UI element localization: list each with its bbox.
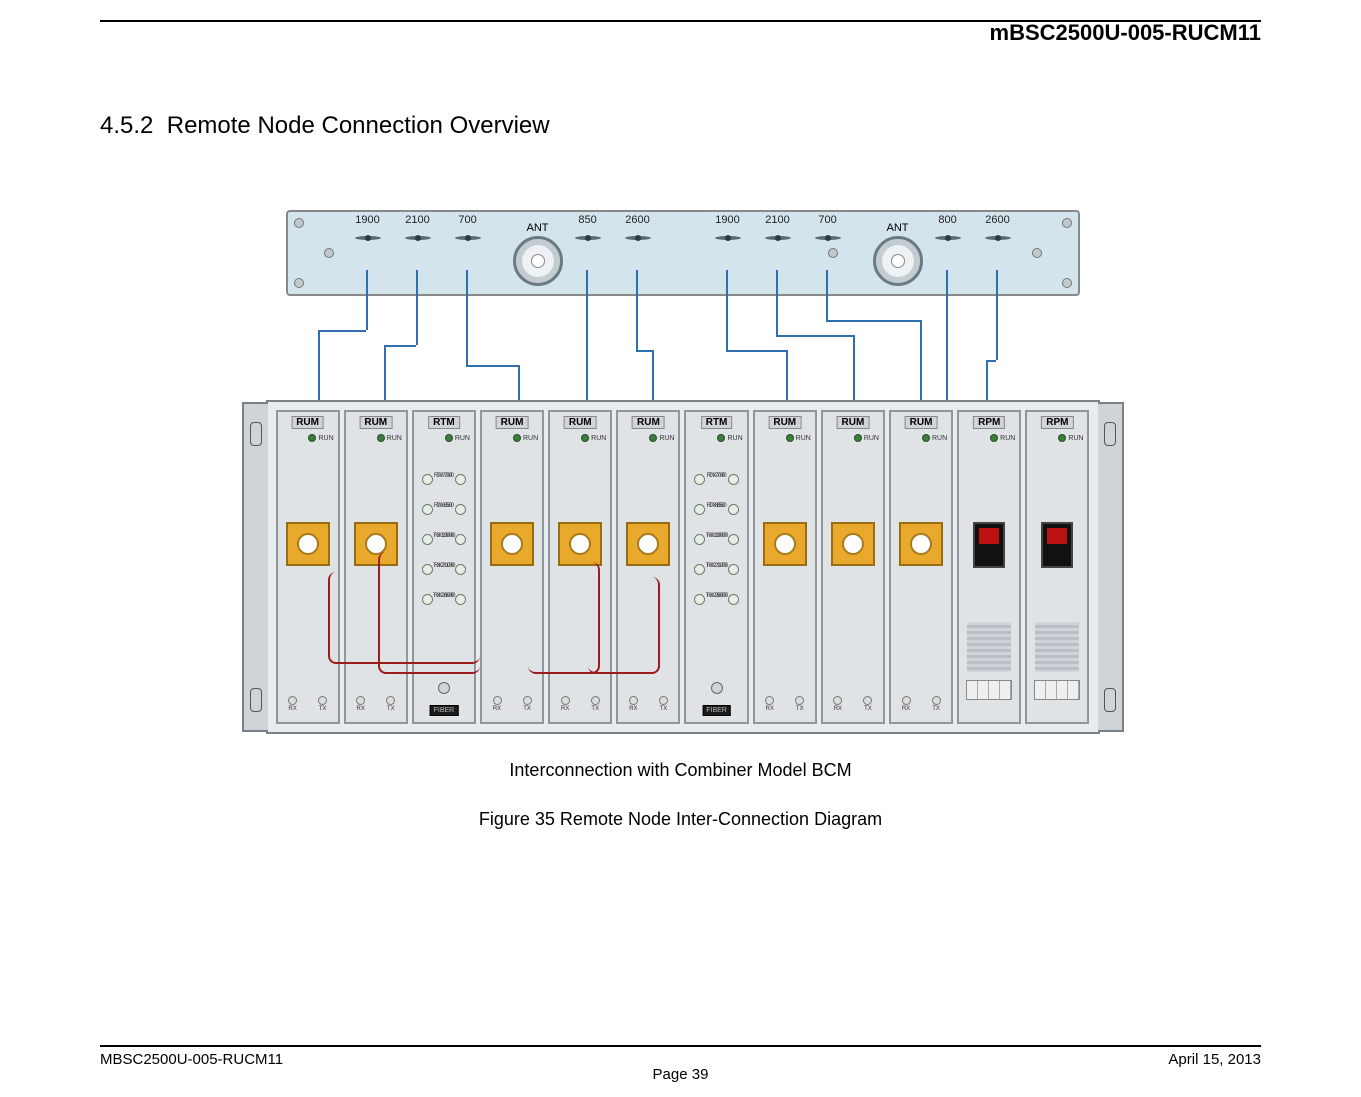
card-tag: RTM: [428, 416, 460, 429]
vent-grille: [1035, 622, 1079, 672]
chassis-card-rtm-6: RTM RUN RX700TX700RX850TX850RX1900TX1900RX…: [684, 410, 748, 724]
fiber-port: FIBER: [430, 705, 459, 716]
remote-node-chassis: RUM RUN RXTX RUM RUN RXTX RTM RUN RX700TX700RX85…: [266, 400, 1100, 734]
ant-connector-1: ANT: [508, 222, 568, 286]
connection-diagram: 1900 2100 700 ANT 850 2600 1900 2100 700…: [266, 210, 1096, 730]
rx-tx-ports: RXTX: [278, 696, 338, 712]
run-indicator: RUN: [581, 434, 606, 442]
run-indicator: RUN: [445, 434, 470, 442]
run-indicator: RUN: [1058, 434, 1083, 442]
power-switch[interactable]: [1041, 522, 1073, 568]
run-indicator: RUN: [377, 434, 402, 442]
chassis-card-rum-5: RUM RUN RXTX: [616, 410, 680, 724]
figure-caption: Figure 35 Remote Node Inter-Connection D…: [479, 809, 882, 830]
footer-page-number: Page 39: [100, 1066, 1261, 1083]
rack-ear-right: [1098, 402, 1124, 732]
rf-connector: [558, 522, 602, 566]
card-tag: RUM: [837, 416, 870, 429]
rx-tx-ports: RXTX: [755, 696, 815, 712]
chassis-card-rum-9: RUM RUN RXTX: [889, 410, 953, 724]
rtm-port-column: RX700TX700RX850TX850RX1900TX1900RX2100TX…: [692, 474, 740, 682]
card-tag: RUM: [768, 416, 801, 429]
card-tag: RPM: [1041, 416, 1073, 429]
card-tag: RUM: [564, 416, 597, 429]
run-indicator: RUN: [786, 434, 811, 442]
chassis-card-rpm-10: RPM RUN: [957, 410, 1021, 724]
rx-tx-ports: RXTX: [550, 696, 610, 712]
rx-tx-ports: RXTX: [618, 696, 678, 712]
rf-connector: [626, 522, 670, 566]
card-tag: RUM: [496, 416, 529, 429]
rx-tx-ports: RXTX: [482, 696, 542, 712]
combiner-panel: 1900 2100 700 ANT 850 2600 1900 2100 700…: [286, 210, 1080, 296]
card-tag: RUM: [632, 416, 665, 429]
rf-connector: [831, 522, 875, 566]
section-title-text: Remote Node Connection Overview: [167, 112, 550, 139]
terminal-block: [966, 680, 1012, 700]
chassis-card-rum-0: RUM RUN RXTX: [276, 410, 340, 724]
card-tag: RUM: [905, 416, 938, 429]
vent-grille: [967, 622, 1011, 672]
run-indicator: RUN: [717, 434, 742, 442]
rack-ear-left: [242, 402, 268, 732]
rf-connector: [286, 522, 330, 566]
run-indicator: RUN: [308, 434, 333, 442]
chassis-card-rum-8: RUM RUN RXTX: [821, 410, 885, 724]
figure-subtitle: Interconnection with Combiner Model BCM: [509, 760, 851, 781]
footer-doc-code: MBSC2500U-005-RUCM11: [100, 1051, 283, 1068]
fiber-port: FIBER: [702, 705, 731, 716]
run-indicator: RUN: [649, 434, 674, 442]
run-indicator: RUN: [513, 434, 538, 442]
rx-tx-ports: RXTX: [823, 696, 883, 712]
card-tag: RUM: [291, 416, 324, 429]
run-indicator: RUN: [854, 434, 879, 442]
header-doc-code: mBSC2500U-005-RUCM11: [100, 20, 1261, 52]
section-number: 4.5.2: [100, 112, 153, 139]
rx-tx-ports: RXTX: [346, 696, 406, 712]
run-indicator: RUN: [990, 434, 1015, 442]
card-tag: RUM: [359, 416, 392, 429]
chassis-card-rpm-11: RPM RUN: [1025, 410, 1089, 724]
rf-connector: [490, 522, 534, 566]
terminal-block: [1034, 680, 1080, 700]
section-heading: 4.5.2 Remote Node Connection Overview: [100, 112, 1261, 140]
card-tag: RPM: [973, 416, 1005, 429]
run-indicator: RUN: [922, 434, 947, 442]
rx-tx-ports: RXTX: [891, 696, 951, 712]
ant-connector-2: ANT: [868, 222, 928, 286]
chassis-card-rum-7: RUM RUN RXTX: [753, 410, 817, 724]
card-tag: RTM: [701, 416, 733, 429]
power-switch[interactable]: [973, 522, 1005, 568]
rf-connector: [763, 522, 807, 566]
footer-date: April 15, 2013: [1168, 1051, 1261, 1068]
rf-connector: [899, 522, 943, 566]
